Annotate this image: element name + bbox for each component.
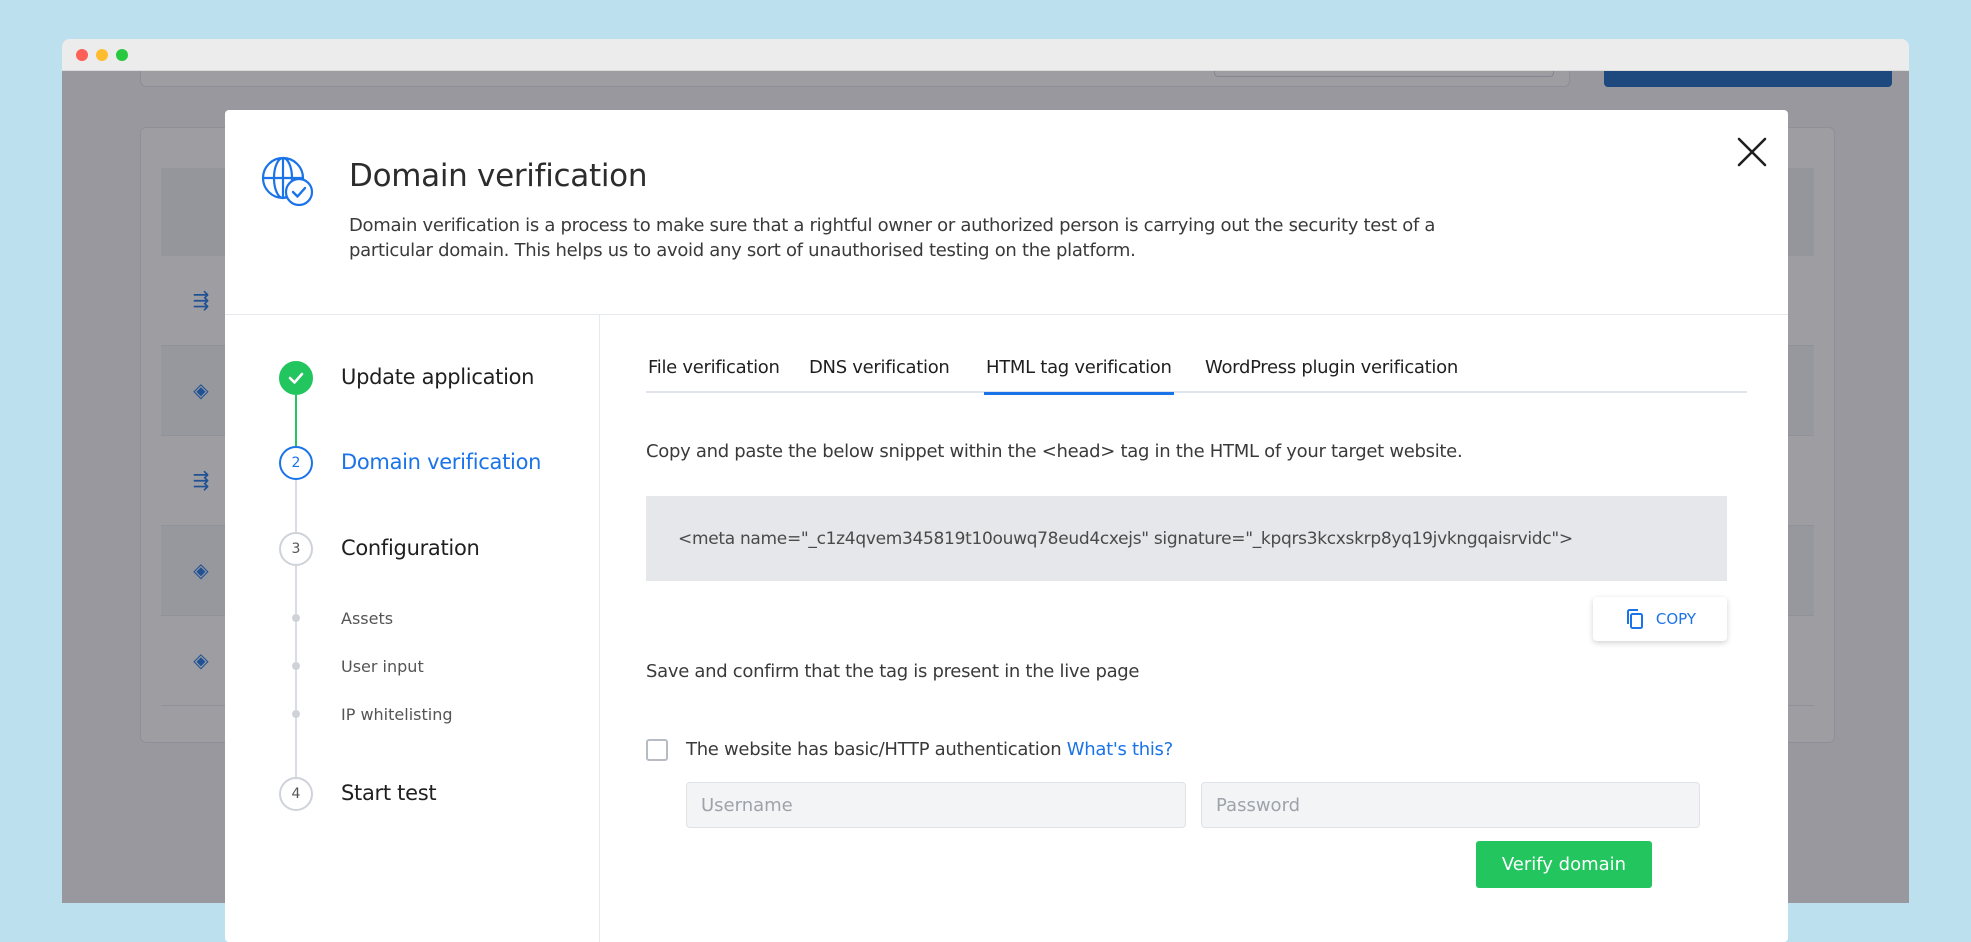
substep-assets[interactable]: Assets xyxy=(341,609,393,628)
substep-dot xyxy=(292,662,300,670)
substep-dot xyxy=(292,614,300,622)
step-connector xyxy=(295,566,297,777)
tab-html-tag-verification[interactable]: HTML tag verification xyxy=(984,357,1174,395)
substep-ip-whitelisting[interactable]: IP whitelisting xyxy=(341,705,452,724)
zoom-window-control[interactable] xyxy=(116,49,128,61)
modal-header: Domain verification Domain verification … xyxy=(225,110,1788,315)
verification-content: File verification DNS verification HTML … xyxy=(601,315,1788,942)
window-titlebar xyxy=(62,39,1909,71)
http-auth-label-row: The website has basic/HTTP authenticatio… xyxy=(686,739,1173,760)
password-input[interactable] xyxy=(1201,782,1700,828)
snippet-code: <meta name="_c1z4qvem345819t10ouwq78eud4… xyxy=(678,528,1573,549)
modal-description: Domain verification is a process to make… xyxy=(349,215,1436,261)
meta-tag-snippet: <meta name="_c1z4qvem345819t10ouwq78eud4… xyxy=(646,496,1727,581)
http-auth-checkbox[interactable] xyxy=(646,739,668,761)
tab-dns-verification[interactable]: DNS verification xyxy=(807,357,952,393)
step-connector xyxy=(295,395,297,446)
step-label-start-test[interactable]: Start test xyxy=(341,781,437,805)
checkmark-icon xyxy=(288,372,304,384)
tab-file-verification[interactable]: File verification xyxy=(646,357,782,393)
close-icon[interactable] xyxy=(1733,133,1771,171)
username-input[interactable] xyxy=(686,782,1186,828)
verify-domain-button[interactable]: Verify domain xyxy=(1476,841,1652,888)
tab-wordpress-plugin-verification[interactable]: WordPress plugin verification xyxy=(1203,357,1460,393)
confirm-instruction: Save and confirm that the tag is present… xyxy=(646,661,1140,682)
step-4-indicator: 4 xyxy=(279,777,313,811)
minimize-window-control[interactable] xyxy=(96,49,108,61)
substep-dot xyxy=(292,710,300,718)
progress-stepper: Update application 2 Domain verification… xyxy=(225,315,600,942)
step-label-domain-verification[interactable]: Domain verification xyxy=(341,450,541,474)
step-label-update-application[interactable]: Update application xyxy=(341,365,534,389)
verification-tabs: File verification DNS verification HTML … xyxy=(646,357,1747,395)
http-auth-label: The website has basic/HTTP authenticatio… xyxy=(686,739,1062,760)
step-1-done-indicator xyxy=(279,361,313,395)
close-window-control[interactable] xyxy=(76,49,88,61)
step-label-configuration[interactable]: Configuration xyxy=(341,536,480,560)
step-3-indicator: 3 xyxy=(279,532,313,566)
globe-check-icon xyxy=(261,156,314,207)
domain-verification-modal: Domain verification Domain verification … xyxy=(225,110,1788,942)
step-2-indicator: 2 xyxy=(279,446,313,480)
copy-button-label: COPY xyxy=(1655,610,1697,628)
copy-icon xyxy=(1626,609,1643,629)
modal-title: Domain verification xyxy=(349,158,648,194)
step-connector xyxy=(295,480,297,532)
copy-button[interactable]: COPY xyxy=(1593,597,1727,641)
whats-this-link[interactable]: What's this? xyxy=(1067,739,1173,760)
snippet-instruction: Copy and paste the below snippet within … xyxy=(646,441,1463,462)
substep-user-input[interactable]: User input xyxy=(341,657,424,676)
